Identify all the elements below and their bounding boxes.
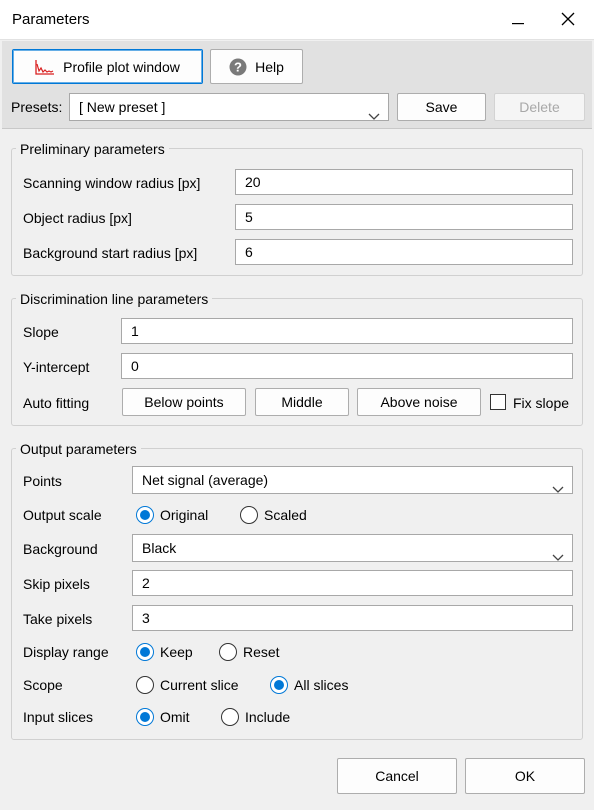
- background-dropdown[interactable]: Black: [132, 534, 573, 562]
- ok-label: OK: [514, 768, 536, 784]
- profile-plot-label: Profile plot window: [63, 58, 180, 75]
- fix-slope-checkbox[interactable]: [490, 394, 506, 410]
- range-reset-label: Reset: [243, 644, 280, 660]
- svg-text:?: ?: [234, 59, 242, 74]
- background-start-radius-label: Background start radius [px]: [23, 245, 198, 261]
- chevron-down-icon: [552, 476, 564, 502]
- slope-label: Slope: [23, 324, 59, 340]
- background-start-radius-input[interactable]: 6: [235, 239, 573, 265]
- title-bar: Parameters: [0, 0, 594, 40]
- help-icon: ?: [229, 58, 247, 76]
- scale-original-label: Original: [160, 507, 209, 523]
- minimize-button[interactable]: [494, 0, 542, 40]
- toolbar: Profile plot window ? Help Presets: [ Ne…: [2, 41, 592, 129]
- skip-pixels-input[interactable]: 2: [132, 570, 573, 596]
- scale-scaled-label: Scaled: [264, 507, 307, 523]
- help-label: Help: [255, 58, 284, 75]
- scope-all-slices-label: All slices: [294, 677, 349, 693]
- preliminary-parameters-title: Preliminary parameters: [16, 140, 169, 158]
- scope-label: Scope: [23, 677, 63, 693]
- output-scale-label: Output scale: [23, 507, 102, 523]
- object-radius-label: Object radius [px]: [23, 210, 132, 226]
- help-button[interactable]: ? Help: [210, 49, 303, 84]
- discrimination-line-title: Discrimination line parameters: [16, 290, 213, 308]
- range-reset-radio[interactable]: [219, 643, 237, 661]
- scanning-window-radius-label: Scanning window radius [px]: [23, 175, 201, 191]
- input-slices-label: Input slices: [23, 709, 94, 725]
- points-value: Net signal (average): [142, 472, 269, 488]
- background-value: Black: [142, 540, 177, 556]
- display-range-label: Display range: [23, 644, 109, 660]
- scanning-window-radius-input[interactable]: 20: [235, 169, 573, 195]
- fix-slope-label: Fix slope: [513, 395, 570, 411]
- above-noise-button[interactable]: Above noise: [357, 388, 481, 416]
- object-radius-input[interactable]: 5: [235, 204, 573, 230]
- input-omit-radio[interactable]: [136, 708, 154, 726]
- minimize-icon: [512, 12, 524, 28]
- auto-fitting-label: Auto fitting: [23, 395, 90, 411]
- profile-plot-window-button[interactable]: Profile plot window: [12, 49, 203, 84]
- skip-pixels-label: Skip pixels: [23, 576, 90, 592]
- scope-current-slice-radio[interactable]: [136, 676, 154, 694]
- background-label: Background: [23, 541, 98, 557]
- take-pixels-label: Take pixels: [23, 611, 93, 627]
- above-noise-label: Above noise: [380, 394, 458, 410]
- presets-dropdown[interactable]: [ New preset ]: [69, 93, 389, 121]
- delete-button[interactable]: Delete: [494, 93, 585, 121]
- presets-value: [ New preset ]: [79, 99, 166, 115]
- close-icon: [561, 12, 575, 29]
- presets-label: Presets:: [11, 99, 63, 115]
- scale-scaled-radio[interactable]: [240, 506, 258, 524]
- chevron-down-icon: [368, 103, 380, 129]
- points-dropdown[interactable]: Net signal (average): [132, 466, 573, 494]
- input-include-radio[interactable]: [221, 708, 239, 726]
- save-button[interactable]: Save: [397, 93, 486, 121]
- scope-current-slice-label: Current slice: [160, 677, 239, 693]
- output-parameters-title: Output parameters: [16, 440, 141, 458]
- range-keep-label: Keep: [160, 644, 193, 660]
- y-intercept-input[interactable]: 0: [121, 353, 573, 379]
- input-include-label: Include: [245, 709, 291, 725]
- below-points-button[interactable]: Below points: [122, 388, 246, 416]
- window-title: Parameters: [12, 11, 90, 28]
- delete-label: Delete: [519, 99, 560, 115]
- scale-original-radio[interactable]: [136, 506, 154, 524]
- take-pixels-input[interactable]: 3: [132, 605, 573, 631]
- cancel-label: Cancel: [375, 768, 419, 784]
- profile-plot-icon: [35, 59, 55, 75]
- ok-button[interactable]: OK: [465, 758, 585, 794]
- scope-all-slices-radio[interactable]: [270, 676, 288, 694]
- save-label: Save: [425, 99, 458, 115]
- slope-input[interactable]: 1: [121, 318, 573, 344]
- middle-button[interactable]: Middle: [255, 388, 349, 416]
- input-omit-label: Omit: [160, 709, 190, 725]
- y-intercept-label: Y-intercept: [23, 359, 90, 375]
- close-button[interactable]: [544, 0, 592, 40]
- below-points-label: Below points: [144, 394, 224, 410]
- middle-label: Middle: [281, 394, 323, 410]
- points-label: Points: [23, 473, 62, 489]
- cancel-button[interactable]: Cancel: [337, 758, 457, 794]
- chevron-down-icon: [552, 544, 564, 570]
- range-keep-radio[interactable]: [136, 643, 154, 661]
